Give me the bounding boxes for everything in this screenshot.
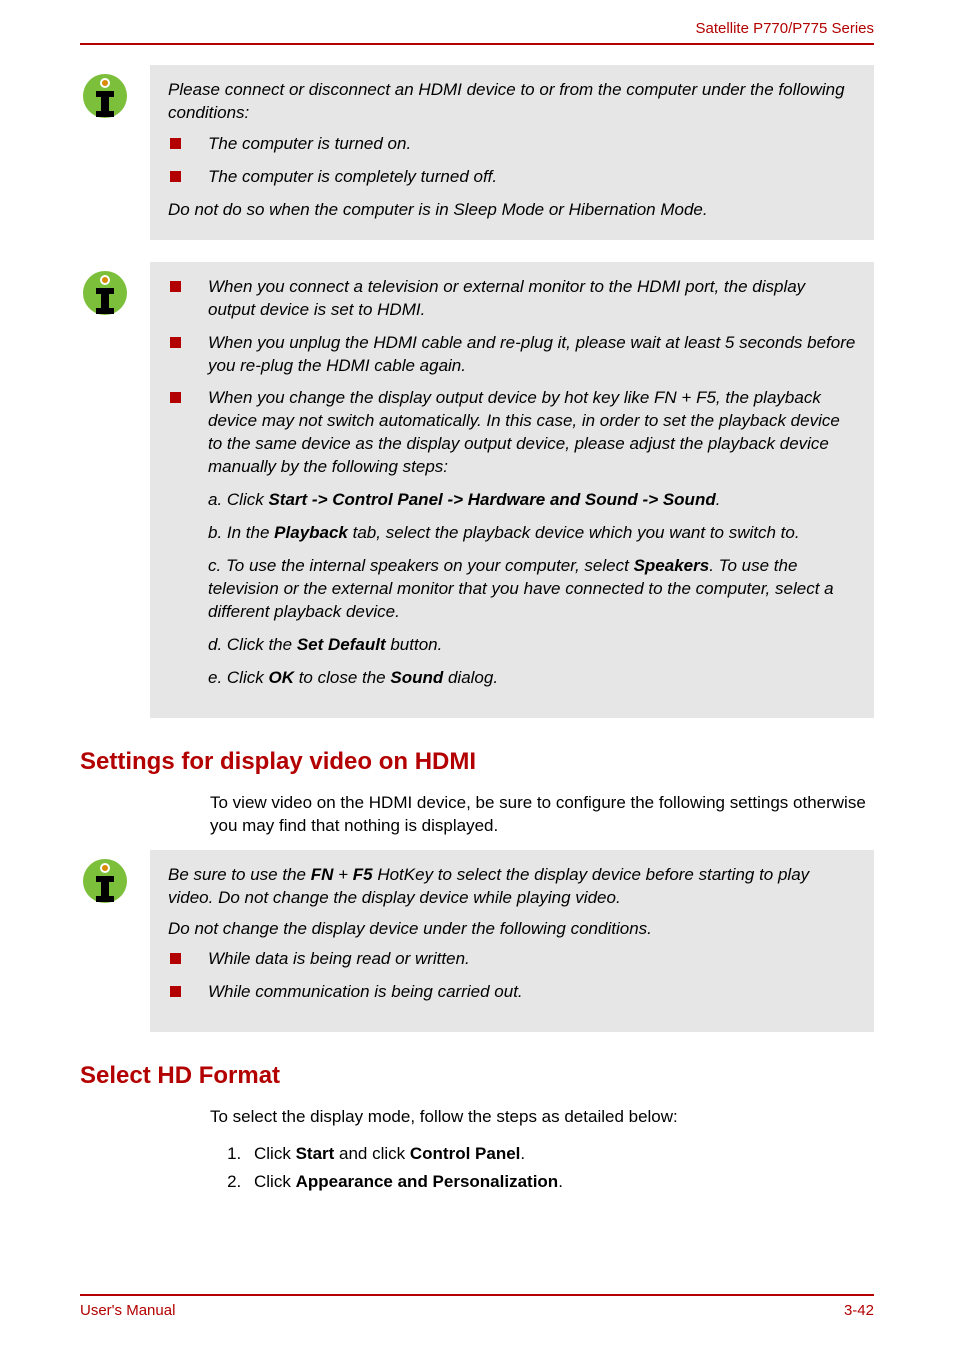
note-block-3: Be sure to use the FN + F5 HotKey to sel… [150, 850, 874, 1033]
bold-text: Set Default [297, 635, 386, 654]
footer-left: User's Manual [80, 1302, 175, 1319]
list-item: When you unplug the HDMI cable and re-pl… [168, 332, 856, 378]
text: . [558, 1172, 563, 1191]
list-item: While communication is being carried out… [168, 981, 856, 1004]
text: Click [254, 1144, 296, 1163]
note-block-1: Please connect or disconnect an HDMI dev… [150, 65, 874, 240]
note3-list: While data is being read or written. Whi… [168, 948, 856, 1004]
note-block-2: When you connect a television or externa… [150, 262, 874, 718]
text: a. Click [208, 490, 268, 509]
text: to close the [294, 668, 390, 687]
note1-outro: Do not do so when the computer is in Sle… [168, 199, 856, 222]
text: Click [254, 1172, 296, 1191]
text: e. Click [208, 668, 268, 687]
list-item: The computer is completely turned off. [168, 166, 856, 189]
text: + [333, 865, 352, 884]
heading-select-hd-format: Select HD Format [80, 1062, 874, 1090]
bold-text: Speakers [634, 556, 710, 575]
text: dialog. [443, 668, 498, 687]
section2-steps: Click Start and click Control Panel. Cli… [210, 1141, 874, 1194]
bold-text: Appearance and Personalization [296, 1172, 559, 1191]
note2-list: When you connect a television or externa… [168, 276, 856, 480]
text: c. To use the internal speakers on your … [208, 556, 634, 575]
bold-text: Playback [274, 523, 348, 542]
text: and click [334, 1144, 410, 1163]
info-icon [80, 268, 130, 318]
section2-body: To select the display mode, follow the s… [210, 1106, 874, 1129]
bold-text: F5 [353, 865, 373, 884]
list-item: While data is being read or written. [168, 948, 856, 971]
list-item: The computer is turned on. [168, 133, 856, 156]
bold-text: OK [268, 668, 294, 687]
text: . [520, 1144, 525, 1163]
note2-steps: a. Click Start -> Control Panel -> Hardw… [168, 489, 856, 690]
step-b: b. In the Playback tab, select the playb… [168, 522, 856, 545]
text: tab, select the playback device which yo… [348, 523, 800, 542]
ordered-item-2: Click Appearance and Personalization. [246, 1169, 874, 1195]
text: Be sure to use the [168, 865, 311, 884]
step-c: c. To use the internal speakers on your … [168, 555, 856, 624]
text: button. [386, 635, 443, 654]
list-item: When you connect a television or externa… [168, 276, 856, 322]
info-icon [80, 856, 130, 906]
note1-intro: Please connect or disconnect an HDMI dev… [168, 79, 856, 125]
list-item: When you change the display output devic… [168, 387, 856, 479]
header-series: Satellite P770/P775 Series [80, 20, 874, 45]
note3-p2: Do not change the display device under t… [168, 918, 856, 941]
bold-text: Sound [390, 668, 443, 687]
note1-list: The computer is turned on. The computer … [168, 133, 856, 189]
step-d: d. Click the Set Default button. [168, 634, 856, 657]
note3-p1: Be sure to use the FN + F5 HotKey to sel… [168, 864, 856, 910]
text: . [716, 490, 721, 509]
bold-text: Start [296, 1144, 335, 1163]
bold-text: Control Panel [410, 1144, 521, 1163]
section1-body: To view video on the HDMI device, be sur… [210, 792, 874, 838]
heading-settings-hdmi: Settings for display video on HDMI [80, 748, 874, 776]
step-a: a. Click Start -> Control Panel -> Hardw… [168, 489, 856, 512]
ordered-item-1: Click Start and click Control Panel. [246, 1141, 874, 1167]
footer-right: 3-42 [844, 1302, 874, 1319]
step-e: e. Click OK to close the Sound dialog. [168, 667, 856, 690]
bold-text: FN [311, 865, 334, 884]
info-icon [80, 71, 130, 121]
text: b. In the [208, 523, 274, 542]
footer: User's Manual 3-42 [80, 1294, 874, 1319]
bold-text: Start -> Control Panel -> Hardware and S… [268, 490, 715, 509]
text: d. Click the [208, 635, 297, 654]
